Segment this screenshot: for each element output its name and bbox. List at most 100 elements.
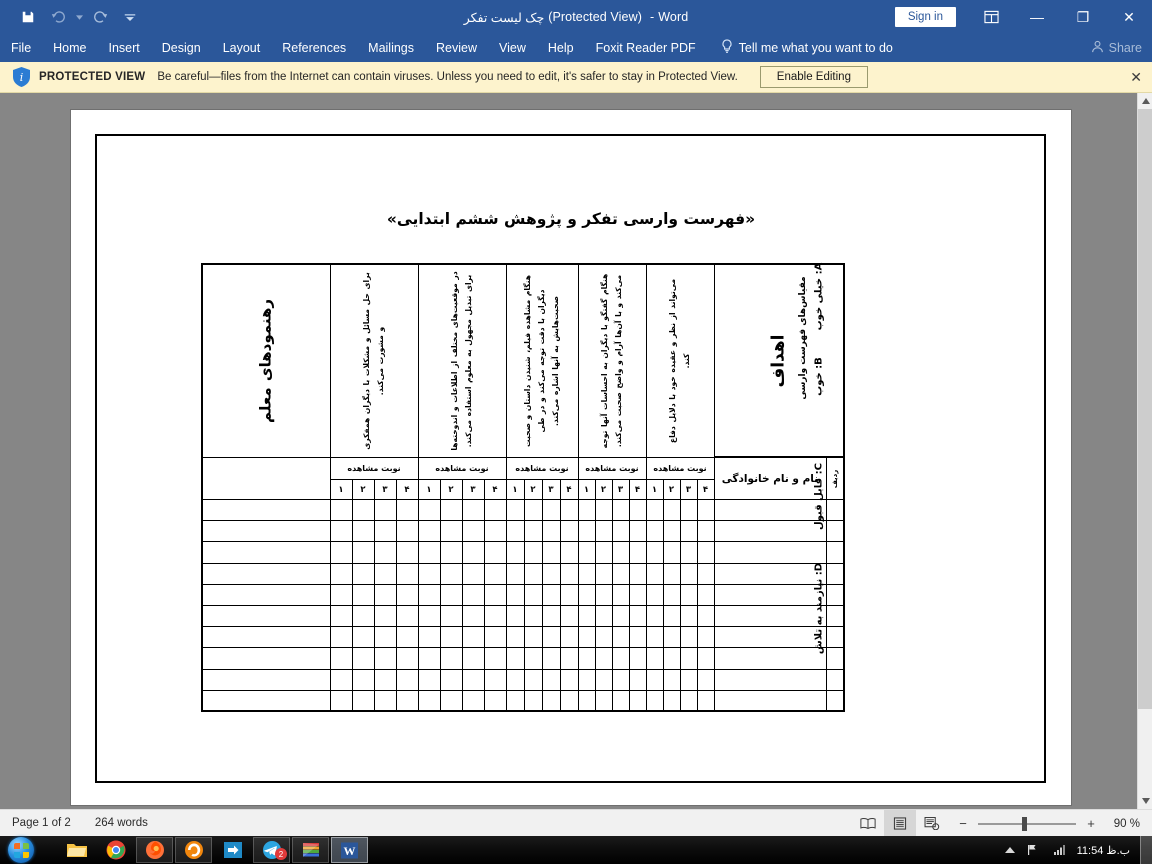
tab-home[interactable]: Home [42, 34, 97, 62]
table-cell[interactable] [373, 498, 397, 522]
sign-in-button[interactable]: Sign in [894, 7, 956, 27]
table-cell[interactable] [395, 668, 419, 691]
table-cell[interactable] [329, 689, 353, 713]
table-cell[interactable] [395, 562, 419, 585]
table-cell[interactable] [461, 541, 485, 564]
table-cell[interactable] [594, 689, 613, 713]
restore-button[interactable]: ❐ [1060, 0, 1106, 34]
table-cell[interactable] [662, 604, 681, 628]
table-cell[interactable] [541, 604, 561, 628]
table-cell[interactable] [373, 541, 397, 564]
close-button[interactable]: ✕ [1106, 0, 1152, 34]
table-cell[interactable] [373, 647, 397, 670]
table-cell[interactable] [577, 647, 596, 670]
table-cell[interactable] [696, 604, 715, 628]
table-cell[interactable] [505, 562, 525, 585]
table-cell[interactable] [628, 626, 647, 649]
table-cell[interactable] [662, 520, 681, 543]
table-cell[interactable] [577, 541, 596, 564]
table-row[interactable] [201, 689, 845, 713]
table-cell[interactable] [329, 520, 353, 543]
table-cell[interactable] [201, 498, 331, 522]
table-cell[interactable] [645, 520, 664, 543]
table-cell[interactable] [417, 583, 441, 606]
table-cell[interactable] [351, 520, 375, 543]
table-cell[interactable] [645, 604, 664, 628]
table-cell[interactable] [329, 541, 353, 564]
vertical-scrollbar[interactable] [1137, 93, 1152, 809]
table-cell[interactable] [439, 583, 463, 606]
table-cell[interactable] [523, 541, 543, 564]
tab-file[interactable]: File [0, 34, 42, 62]
table-cell[interactable] [577, 689, 596, 713]
table-cell[interactable] [439, 647, 463, 670]
table-cell[interactable] [628, 689, 647, 713]
table-cell[interactable] [523, 583, 543, 606]
table-cell[interactable] [559, 668, 579, 691]
table-cell[interactable] [679, 520, 698, 543]
table-cell[interactable] [505, 583, 525, 606]
chrome-icon[interactable] [97, 837, 134, 863]
table-cell[interactable] [439, 520, 463, 543]
table-cell[interactable] [461, 498, 485, 522]
table-row[interactable] [201, 520, 845, 543]
table-cell[interactable] [417, 604, 441, 628]
table-cell[interactable] [201, 604, 331, 628]
table-cell[interactable] [417, 520, 441, 543]
table-cell[interactable] [395, 647, 419, 670]
close-icon[interactable]: ✕ [1130, 69, 1142, 86]
table-cell[interactable] [696, 626, 715, 649]
table-cell[interactable] [559, 689, 579, 713]
table-cell[interactable] [611, 604, 630, 628]
table-cell[interactable] [483, 541, 507, 564]
tab-references[interactable]: References [271, 34, 357, 62]
table-cell[interactable] [611, 583, 630, 606]
table-cell[interactable] [201, 520, 331, 543]
ribbon-display-options-icon[interactable] [968, 0, 1014, 34]
table-cell[interactable] [559, 520, 579, 543]
table-cell[interactable] [662, 498, 681, 522]
table-cell[interactable] [439, 689, 463, 713]
table-cell[interactable] [395, 498, 419, 522]
undo-icon[interactable] [44, 4, 72, 30]
customize-quick-access-toolbar-icon[interactable] [116, 4, 144, 30]
table-cell[interactable] [329, 647, 353, 670]
table-cell[interactable] [696, 647, 715, 670]
tab-insert[interactable]: Insert [98, 34, 151, 62]
minimize-button[interactable]: — [1014, 0, 1060, 34]
table-cell[interactable] [662, 541, 681, 564]
table-cell[interactable] [329, 498, 353, 522]
table-cell[interactable] [461, 668, 485, 691]
zoom-out-button[interactable]: − [954, 816, 972, 831]
table-cell[interactable] [201, 668, 331, 691]
table-row[interactable] [201, 498, 845, 522]
table-cell[interactable] [523, 604, 543, 628]
table-cell[interactable] [541, 583, 561, 606]
table-cell[interactable] [594, 562, 613, 585]
table-cell[interactable] [483, 583, 507, 606]
table-cell[interactable] [395, 626, 419, 649]
table-cell[interactable] [417, 498, 441, 522]
share-button[interactable]: Share [1091, 34, 1142, 62]
table-cell[interactable] [483, 498, 507, 522]
table-cell[interactable] [461, 583, 485, 606]
table-cell[interactable] [201, 689, 331, 713]
table-cell[interactable] [523, 520, 543, 543]
table-row[interactable] [201, 626, 845, 649]
table-cell[interactable] [696, 541, 715, 564]
table-cell[interactable] [662, 626, 681, 649]
table-cell[interactable] [594, 583, 613, 606]
table-cell[interactable] [559, 541, 579, 564]
table-cell[interactable] [461, 562, 485, 585]
table-cell[interactable] [395, 520, 419, 543]
save-icon[interactable] [14, 4, 42, 30]
table-cell[interactable] [373, 626, 397, 649]
word-count[interactable]: 264 words [83, 817, 160, 829]
table-cell[interactable] [483, 604, 507, 628]
table-cell[interactable] [611, 498, 630, 522]
table-cell[interactable] [679, 604, 698, 628]
table-cell[interactable] [662, 583, 681, 606]
tab-review[interactable]: Review [425, 34, 488, 62]
table-cell[interactable] [559, 647, 579, 670]
table-cell[interactable] [628, 498, 647, 522]
